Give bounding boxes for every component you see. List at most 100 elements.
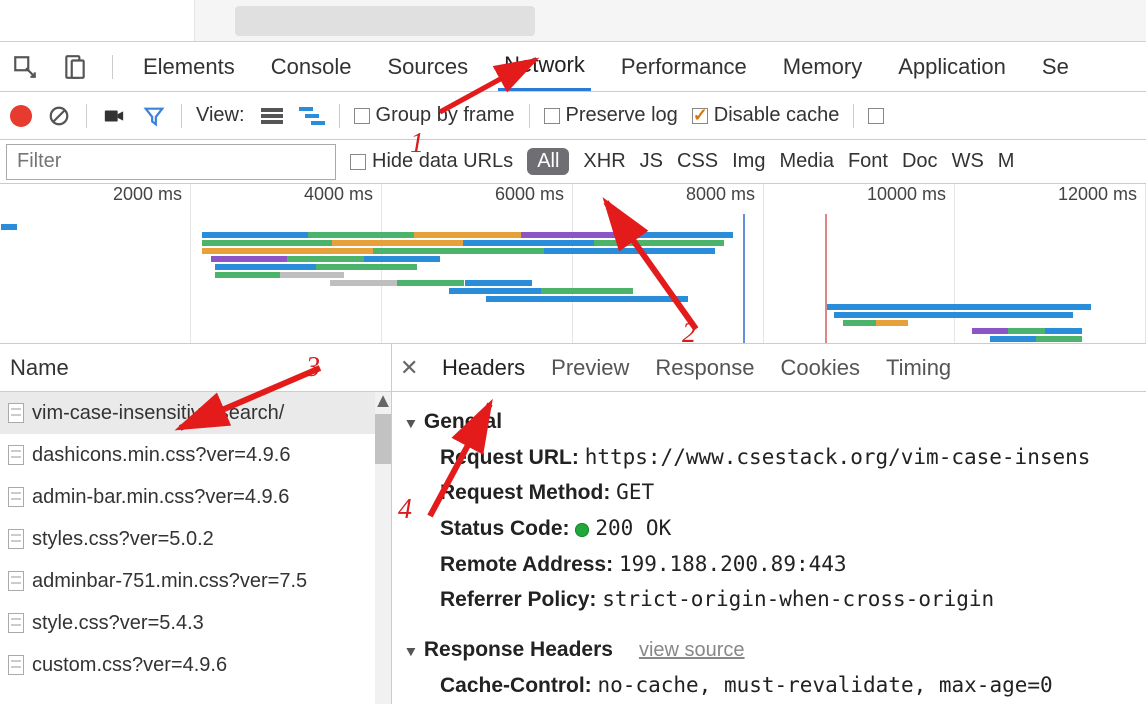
tab-network[interactable]: Network: [498, 42, 591, 91]
document-icon: [8, 487, 24, 507]
status-dot-icon: [575, 523, 589, 537]
document-icon: [8, 613, 24, 633]
filter-img[interactable]: Img: [732, 150, 765, 173]
document-icon: [8, 655, 24, 675]
detail-tab-cookies[interactable]: Cookies: [778, 345, 861, 391]
request-row[interactable]: vim-case-insensitive-search/: [0, 392, 391, 434]
annotation-number-1: 1: [410, 128, 424, 160]
filter-input[interactable]: [6, 144, 336, 180]
request-row[interactable]: styles.css?ver=5.0.2: [0, 518, 391, 560]
device-toolbar-icon[interactable]: [62, 54, 88, 80]
network-toolbar: View: Group by frame Preserve log Disabl…: [0, 92, 1146, 140]
filter-js[interactable]: JS: [640, 150, 663, 173]
request-name: custom.css?ver=4.9.6: [32, 654, 227, 677]
detail-tab-response[interactable]: Response: [653, 345, 756, 391]
tab-memory[interactable]: Memory: [777, 44, 868, 90]
request-row[interactable]: adminbar-751.min.css?ver=7.5: [0, 560, 391, 602]
request-name: dashicons.min.css?ver=4.9.6: [32, 444, 290, 467]
topbar-blank: [0, 0, 195, 41]
annotation-number-3: 3: [306, 352, 320, 384]
request-url-row: Request URL: https://www.csestack.org/vi…: [404, 440, 1130, 476]
detail-tab-preview[interactable]: Preview: [549, 345, 631, 391]
toolbar-sep-2: [181, 104, 182, 128]
filter-icon[interactable]: [141, 103, 167, 129]
name-column-header[interactable]: Name: [0, 344, 391, 392]
camera-icon[interactable]: [101, 103, 127, 129]
document-icon: [8, 529, 24, 549]
detail-tabs: ✕ Headers Preview Response Cookies Timin…: [392, 344, 1146, 392]
tab-application[interactable]: Application: [892, 44, 1012, 90]
inspect-element-icon[interactable]: [12, 54, 38, 80]
detail-tab-timing[interactable]: Timing: [884, 345, 953, 391]
scrollbar-thumb[interactable]: [375, 414, 391, 464]
tab-elements[interactable]: Elements: [137, 44, 241, 90]
scrollbar[interactable]: ▲: [375, 392, 391, 704]
remote-address-row: Remote Address: 199.188.200.89:443: [404, 547, 1130, 583]
devtools-tabs: Elements Console Sources Network Perform…: [0, 42, 1146, 92]
topbar-address-area: [195, 0, 1146, 41]
tab-console[interactable]: Console: [265, 44, 358, 90]
toolbar-sep-1: [86, 104, 87, 128]
address-box[interactable]: [235, 6, 535, 36]
request-row[interactable]: style.css?ver=5.4.3: [0, 602, 391, 644]
request-method-row: Request Method: GET: [404, 475, 1130, 511]
tab-performance[interactable]: Performance: [615, 44, 753, 90]
general-section-header[interactable]: General: [404, 404, 1130, 440]
document-icon: [8, 571, 24, 591]
timeline-ticks: 2000 ms 4000 ms 6000 ms 8000 ms 10000 ms…: [0, 184, 1146, 214]
detail-tab-headers[interactable]: Headers: [440, 345, 527, 391]
document-icon: [8, 445, 24, 465]
filter-font[interactable]: Font: [848, 150, 888, 173]
referrer-policy-row: Referrer Policy: strict-origin-when-cros…: [404, 582, 1130, 618]
toolbar-sep-3: [339, 104, 340, 128]
list-view-icon[interactable]: [259, 103, 285, 129]
request-name: admin-bar.min.css?ver=4.9.6: [32, 486, 289, 509]
filter-manifest-partial[interactable]: M: [998, 150, 1015, 173]
preserve-log-checkbox[interactable]: Preserve log: [544, 104, 678, 127]
status-code-row: Status Code: 200 OK: [404, 511, 1130, 547]
request-row[interactable]: custom.css?ver=4.9.6: [0, 644, 391, 686]
filter-ws[interactable]: WS: [952, 150, 984, 173]
scroll-up-icon[interactable]: ▲: [375, 392, 391, 410]
toolbar-sep-5: [853, 104, 854, 128]
hide-data-urls-checkbox[interactable]: Hide data URLs: [350, 150, 513, 173]
tab-security-partial[interactable]: Se: [1036, 44, 1075, 90]
timeline-waterfall: [0, 224, 1146, 343]
tabs-separator: [112, 55, 113, 79]
tab-sources[interactable]: Sources: [381, 44, 474, 90]
filter-doc[interactable]: Doc: [902, 150, 938, 173]
request-name: vim-case-insensitive-search/: [32, 402, 284, 425]
view-source-link[interactable]: view source: [639, 639, 745, 661]
view-label: View:: [196, 104, 245, 127]
toolbar-sep-4: [529, 104, 530, 128]
request-name: styles.css?ver=5.0.2: [32, 528, 214, 551]
group-by-frame-checkbox[interactable]: Group by frame: [354, 104, 515, 127]
request-detail-pane: ✕ Headers Preview Response Cookies Timin…: [392, 344, 1146, 704]
close-detail-icon[interactable]: ✕: [400, 359, 418, 377]
cache-control-row: Cache-Control: no-cache, must-revalidate…: [404, 668, 1130, 704]
request-name: style.css?ver=5.4.3: [32, 612, 204, 635]
clear-icon[interactable]: [46, 103, 72, 129]
timeline-overview[interactable]: 2000 ms 4000 ms 6000 ms 8000 ms 10000 ms…: [0, 184, 1146, 344]
offline-checkbox-partial[interactable]: [868, 104, 890, 127]
annotation-number-4: 4: [398, 494, 412, 526]
annotation-number-2: 2: [682, 318, 696, 350]
disable-cache-checkbox[interactable]: Disable cache: [692, 104, 840, 127]
filter-all[interactable]: All: [527, 148, 569, 175]
response-headers-section-header[interactable]: Response Headersview source: [404, 632, 1130, 668]
lower-pane: Name vim-case-insensitive-search/dashico…: [0, 344, 1146, 704]
waterfall-view-icon[interactable]: [299, 103, 325, 129]
record-button[interactable]: [10, 105, 32, 127]
filter-bar: Hide data URLs All XHR JS CSS Img Media …: [0, 140, 1146, 184]
request-name: adminbar-751.min.css?ver=7.5: [32, 570, 307, 593]
request-list-pane: Name vim-case-insensitive-search/dashico…: [0, 344, 392, 704]
detail-body: General Request URL: https://www.csestac…: [392, 392, 1146, 704]
filter-xhr[interactable]: XHR: [583, 150, 625, 173]
request-list[interactable]: vim-case-insensitive-search/dashicons.mi…: [0, 392, 391, 704]
request-row[interactable]: admin-bar.min.css?ver=4.9.6: [0, 476, 391, 518]
document-icon: [8, 403, 24, 423]
filter-media[interactable]: Media: [779, 150, 833, 173]
browser-topbar: [0, 0, 1146, 42]
request-row[interactable]: dashicons.min.css?ver=4.9.6: [0, 434, 391, 476]
filter-css[interactable]: CSS: [677, 150, 718, 173]
